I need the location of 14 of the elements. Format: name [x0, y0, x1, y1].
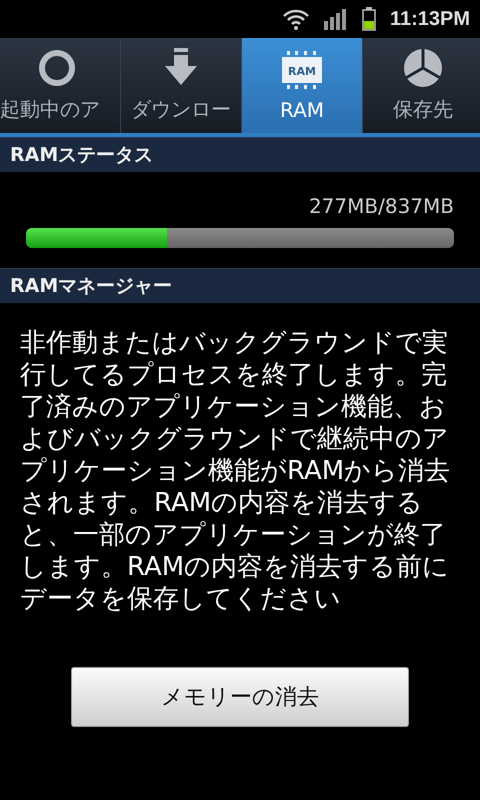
pie-chart-icon: [403, 48, 443, 88]
tab[interactable]: 保存先: [363, 38, 480, 133]
memory-reading: 277MB/837MB: [308, 194, 454, 218]
section-header: RAMステータス: [0, 137, 480, 172]
clear-memory-button[interactable]: メモリーの消去: [71, 667, 409, 727]
ring-icon: [37, 48, 77, 88]
signal-icon: [324, 8, 348, 30]
tab[interactable]: RAM RAM: [242, 38, 363, 133]
clock-time: 11:13PM: [390, 8, 470, 30]
wifi-icon: [282, 7, 310, 31]
tab[interactable]: 起動中のア: [0, 38, 121, 133]
section-header: RAMマネージャー: [0, 268, 480, 303]
battery-icon: [362, 7, 376, 31]
description-text: 非作動またはバックグラウンドで実行してるプロセスを終了します。完了済みのアプリケーション機能、およびバックグラウンドで継続中のアプリケーション機能がRAMから消去されます。RAMの内容を消去すると、一部のアプリケーションが終了します。RAMの内容を消去する前にデータを保存してください: [20, 327, 452, 615]
